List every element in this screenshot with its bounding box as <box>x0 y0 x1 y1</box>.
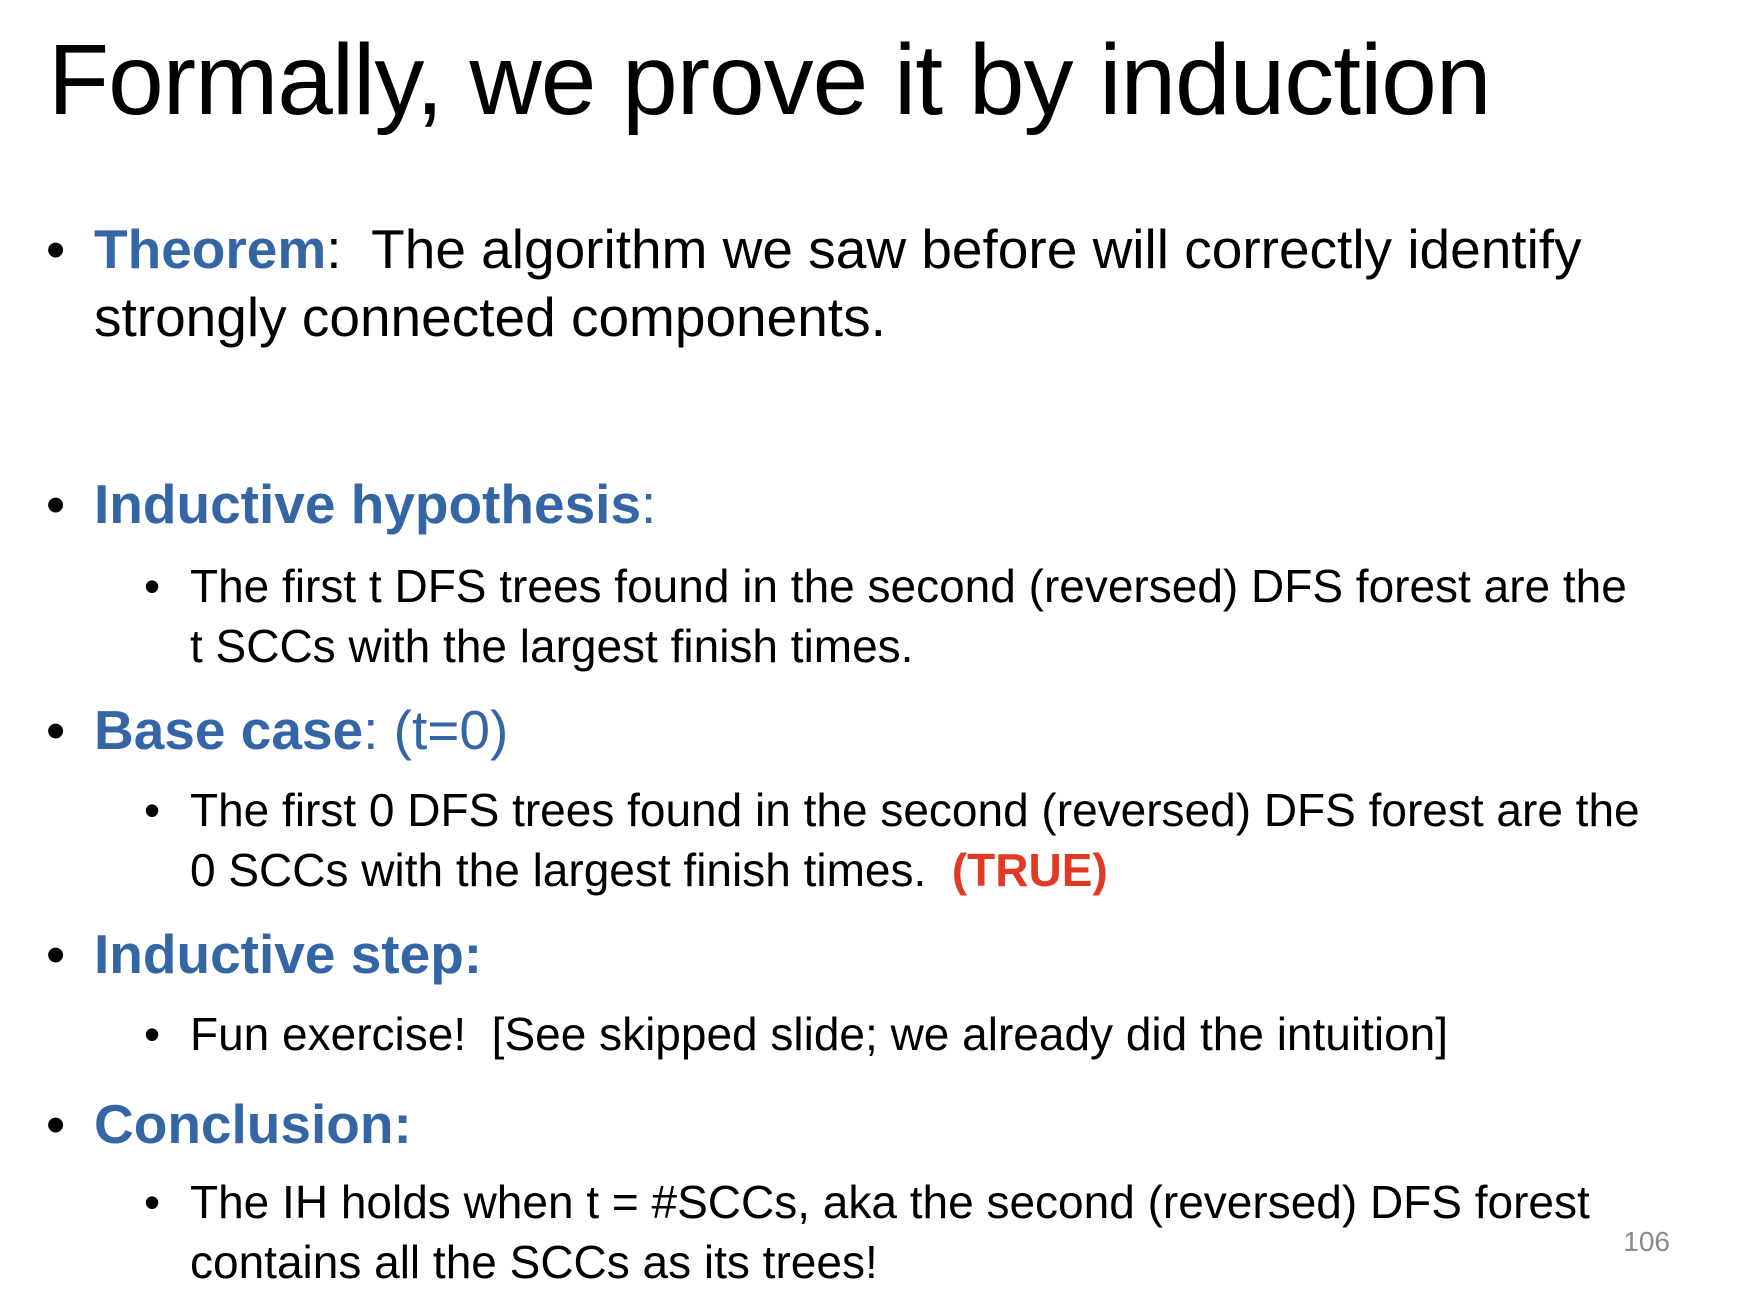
true-tag: (TRUE) <box>951 844 1108 896</box>
conclusion-label: Conclusion: <box>94 1093 412 1155</box>
conclusion-item: • Conclusion: <box>46 1090 1654 1158</box>
bullet: • <box>144 1008 161 1060</box>
conclusion-text: The IH holds when t = #SCCs, aka the sec… <box>190 1176 1590 1288</box>
step-item: • Inductive step: <box>46 920 1654 988</box>
page-number: 106 <box>1623 1226 1670 1257</box>
bullet: • <box>144 1176 161 1228</box>
hypothesis-label: Inductive hypothesis <box>94 473 642 535</box>
theorem-label: Theorem <box>94 218 327 280</box>
base-case-condition: : (t=0) <box>363 699 509 761</box>
bullet: • <box>46 699 66 761</box>
hypothesis-item: • Inductive hypothesis: <box>46 470 1654 538</box>
theorem-item: • Theorem: The algorithm we saw before w… <box>46 215 1654 351</box>
bullet: • <box>46 218 66 280</box>
base-case-item: • Base case: (t=0) <box>46 696 1654 764</box>
bullet: • <box>144 560 161 612</box>
base-case-text: The first 0 DFS trees found in the secon… <box>190 784 1653 896</box>
base-case-label: Base case <box>94 699 364 761</box>
theorem-sep: : <box>326 218 342 280</box>
hypothesis-subitem: • The first t DFS trees found in the sec… <box>144 556 1650 676</box>
bullet: • <box>46 923 66 985</box>
base-case-subitem: • The first 0 DFS trees found in the sec… <box>144 780 1653 900</box>
step-subitem: • Fun exercise! [See skipped slide; we a… <box>144 1004 1650 1064</box>
bullet: • <box>144 784 161 836</box>
step-text: Fun exercise! [See skipped slide; we alr… <box>190 1008 1449 1060</box>
hypothesis-sep: : <box>641 473 657 535</box>
step-label: Inductive step: <box>94 923 483 985</box>
conclusion-subitem: • The IH holds when t = #SCCs, aka the s… <box>144 1172 1650 1292</box>
bullet: • <box>46 473 66 535</box>
slide-title: Formally, we prove it by induction <box>48 24 1492 136</box>
hypothesis-text: The first t DFS trees found in the secon… <box>190 560 1627 672</box>
bullet: • <box>46 1093 66 1155</box>
